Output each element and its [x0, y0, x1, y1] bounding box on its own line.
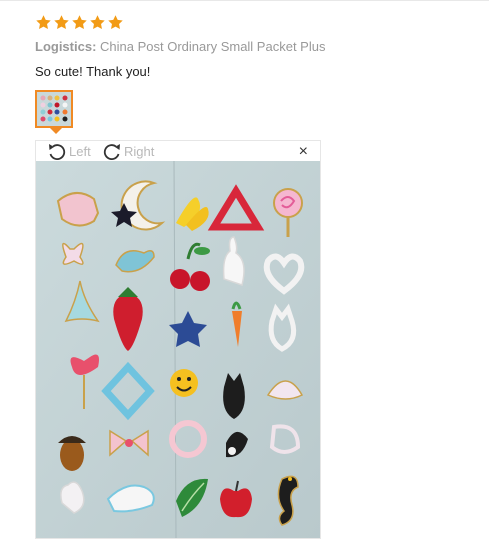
rotate-left-icon: [49, 144, 66, 160]
star-rating: [35, 14, 124, 32]
logistics-label: Logistics:: [35, 39, 97, 54]
review-comment: So cute! Thank you!: [35, 64, 151, 79]
rotate-left-label: Left: [69, 143, 91, 159]
thumbnail-image: [37, 92, 71, 126]
star-icon: [108, 15, 123, 30]
rotate-right-icon: [103, 144, 120, 160]
star-icon: [54, 15, 69, 30]
charms-photo-image: [36, 161, 320, 538]
photo-viewer: Left Right ×: [35, 140, 321, 539]
viewer-toolbar: Left Right ×: [36, 141, 320, 161]
rotate-right-label: Right: [124, 143, 155, 159]
logistics-info: Logistics: China Post Ordinary Small Pac…: [35, 39, 325, 54]
thumbnail-selected-caret: [50, 128, 62, 134]
rocking-horse-charm: [56, 192, 100, 227]
review-photo-thumbnail[interactable]: [35, 90, 73, 128]
rotate-right-button[interactable]: Right: [102, 142, 154, 160]
top-divider: [0, 0, 489, 1]
logistics-value: China Post Ordinary Small Packet Plus: [100, 39, 326, 54]
close-icon[interactable]: ×: [299, 144, 308, 160]
smiley-charm: [170, 369, 198, 397]
star-icon: [90, 15, 105, 30]
rotate-left-button[interactable]: Left: [47, 142, 91, 160]
star-icon: [72, 15, 87, 30]
star-icon: [36, 15, 51, 30]
review-photo: [36, 161, 320, 538]
